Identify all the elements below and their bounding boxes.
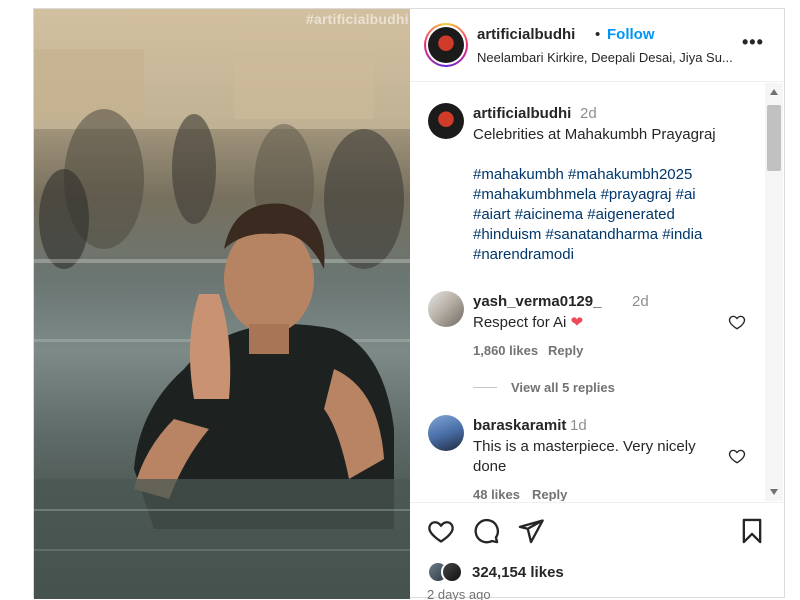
collaborators-text[interactable]: Neelambari Kirkire, Deepali Desai, Jiya … [477, 50, 737, 65]
comment-like-heart-icon[interactable] [728, 313, 746, 331]
comment-likes[interactable]: 48 likes [473, 487, 520, 501]
hashtag-line[interactable]: #aiart #aicinema #aigenerated [473, 205, 733, 225]
more-options-icon[interactable]: ••• [742, 32, 764, 53]
comment-username[interactable]: yash_verma0129_ [473, 293, 601, 310]
caption-username[interactable]: artificialbudhi [473, 105, 571, 122]
comment-reply-button[interactable]: Reply [532, 487, 567, 501]
comment-like-heart-icon[interactable] [728, 447, 746, 465]
comment-likes[interactable]: 1,860 likes [473, 343, 538, 358]
caption-text: Celebrities at Mahakumbh Prayagraj [473, 126, 716, 143]
view-replies-button[interactable]: View all 5 replies [511, 380, 615, 395]
follow-button[interactable]: Follow [607, 26, 655, 43]
caption-hashtags: #mahakumbh #mahakumbh2025 #mahakumbhmela… [473, 165, 733, 265]
post-header: artificialbudhi • Follow Neelambari Kirk… [410, 9, 784, 82]
comment-username[interactable]: baraskaramit [473, 417, 566, 434]
save-bookmark-icon[interactable] [738, 517, 766, 545]
comment-time: 1d [570, 417, 587, 434]
author-username[interactable]: artificialbudhi [477, 26, 575, 43]
comment-text-content: Respect for Ai [473, 314, 567, 331]
hashtag-line[interactable]: #mahakumbhmela #prayagraj #ai [473, 185, 733, 205]
avatar-border [426, 25, 466, 65]
image-watermark: #artificialbudhi [306, 11, 409, 27]
comment-text-line: This is a masterpiece. Very nicely [473, 438, 696, 455]
commenter-avatar[interactable] [428, 415, 464, 451]
commenter-avatar[interactable] [428, 291, 464, 327]
instagram-post-dialog: #artificialbudhi artificialbudhi • Follo… [33, 8, 785, 600]
comment-text-line: done [473, 458, 507, 475]
post-actions: 324,154 likes 2 days ago [410, 502, 784, 600]
comment-time: 2d [632, 293, 649, 310]
post-image[interactable]: #artificialbudhi [34, 9, 410, 599]
comments-scrollbar[interactable] [765, 83, 783, 501]
caption-avatar[interactable] [428, 103, 464, 139]
caption-time: 2d [580, 105, 597, 122]
comment-reply-button[interactable]: Reply [548, 343, 583, 358]
liker-avatars[interactable] [427, 561, 467, 585]
comments-section[interactable]: artificialbudhi 2d Celebrities at Mahaku… [410, 83, 784, 501]
share-paper-plane-icon[interactable] [517, 517, 545, 545]
author-avatar[interactable] [424, 23, 468, 67]
liker-avatar [441, 561, 463, 583]
scroll-up-arrow-icon[interactable] [770, 89, 778, 95]
heart-emoji: ❤ [570, 314, 584, 331]
scrollbar-thumb[interactable] [767, 105, 781, 171]
hashtag-line[interactable]: #narendramodi [473, 245, 733, 265]
post-timestamp[interactable]: 2 days ago [427, 587, 491, 600]
header-separator: • [595, 26, 601, 43]
scroll-down-arrow-icon[interactable] [770, 489, 778, 495]
scene-illustration [34, 9, 410, 599]
hashtag-line[interactable]: #hinduism #sanatandharma #india [473, 225, 733, 245]
like-heart-icon[interactable] [427, 517, 455, 545]
replies-divider [473, 387, 497, 388]
likes-count[interactable]: 324,154 likes [472, 564, 564, 581]
author-avatar-image [428, 27, 464, 63]
comment-text: Respect for Ai ❤ [473, 313, 583, 333]
comment-bubble-icon[interactable] [472, 517, 500, 545]
post-sidebar: artificialbudhi • Follow Neelambari Kirk… [410, 9, 784, 600]
hashtag-line[interactable]: #mahakumbh #mahakumbh2025 [473, 165, 733, 185]
